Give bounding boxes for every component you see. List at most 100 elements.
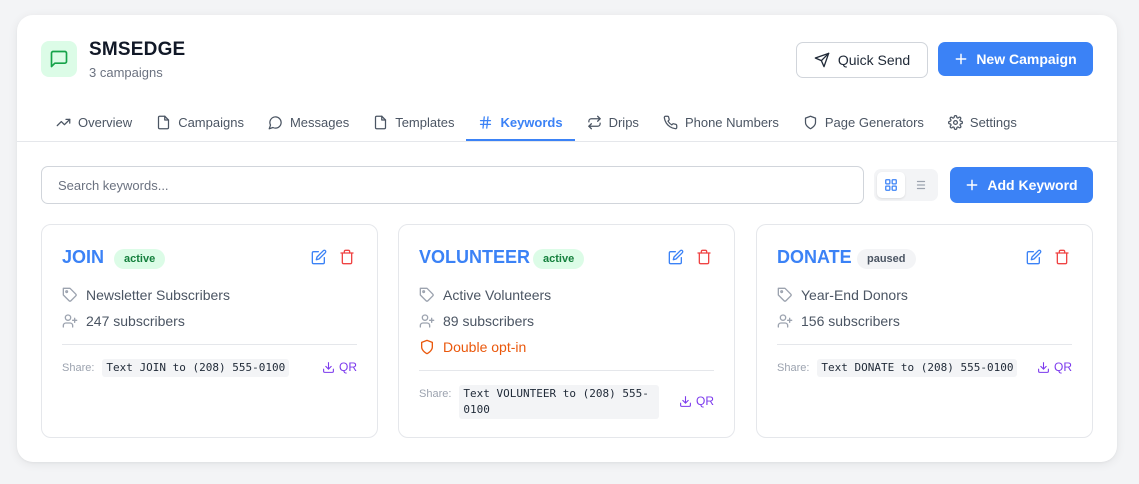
tab-label: Overview bbox=[78, 114, 133, 130]
plus-icon bbox=[954, 52, 968, 66]
tab-label: Templates bbox=[395, 114, 455, 130]
send-icon bbox=[814, 52, 830, 68]
message-square-icon bbox=[49, 49, 69, 69]
grid-view-button[interactable] bbox=[877, 172, 905, 198]
gear-icon bbox=[947, 114, 963, 130]
qr-label: QR bbox=[696, 394, 714, 408]
grid-icon bbox=[884, 178, 898, 192]
qr-download-button[interactable]: QR bbox=[679, 394, 714, 408]
share-row: Share: Text VOLUNTEER to (208) 555- 0100 bbox=[419, 385, 660, 419]
tab-messages[interactable]: Messages bbox=[256, 103, 361, 141]
tab-label: Settings bbox=[969, 114, 1017, 130]
trending-up-icon bbox=[56, 115, 71, 130]
double-opt-in-row: Double opt-in bbox=[419, 339, 526, 355]
tag-icon bbox=[419, 287, 435, 303]
share-text-line: Text VOLUNTEER to (208) 555- bbox=[463, 387, 649, 400]
qr-download-button[interactable]: QR bbox=[322, 360, 357, 374]
chat-icon bbox=[268, 115, 283, 130]
phone-icon bbox=[663, 115, 678, 130]
subscribers-row: 247 subscribers bbox=[62, 313, 185, 329]
new-campaign-button[interactable]: New Campaign bbox=[938, 42, 1093, 76]
tab-phone-numbers[interactable]: Phone Numbers bbox=[651, 103, 791, 141]
trash-icon[interactable] bbox=[339, 249, 355, 265]
edit-icon[interactable] bbox=[311, 249, 327, 265]
user-plus-icon bbox=[777, 313, 793, 329]
file-icon bbox=[373, 115, 388, 130]
tab-divider bbox=[17, 141, 1117, 142]
keyword-card-join: JOIN active Newsletter Subscribers 247 s… bbox=[41, 224, 378, 438]
app-title: SMSEDGE bbox=[89, 39, 186, 60]
hash-icon bbox=[478, 115, 493, 130]
qr-label: QR bbox=[339, 360, 357, 374]
download-icon bbox=[679, 395, 692, 408]
keyword-name: DONATE bbox=[777, 247, 852, 267]
card-actions bbox=[311, 249, 355, 265]
file-icon bbox=[156, 115, 171, 130]
list-name: Year-End Donors bbox=[801, 287, 908, 303]
share-label: Share: bbox=[62, 362, 95, 374]
card-actions bbox=[668, 249, 712, 265]
list-view-button[interactable] bbox=[907, 172, 935, 198]
trash-icon[interactable] bbox=[1054, 249, 1070, 265]
tab-page-generators[interactable]: Page Generators bbox=[791, 103, 936, 141]
share-row: Share: Text JOIN to (208) 555-0100 bbox=[62, 359, 290, 377]
campaign-count: 3 campaigns bbox=[89, 65, 163, 80]
tab-campaigns[interactable]: Campaigns bbox=[144, 103, 256, 141]
search-input[interactable] bbox=[41, 166, 864, 204]
list-row: Active Volunteers bbox=[419, 287, 551, 303]
subscriber-count: 89 subscribers bbox=[443, 313, 535, 329]
status-badge: active bbox=[533, 249, 585, 269]
view-toggle bbox=[874, 169, 938, 201]
quick-send-button[interactable]: Quick Send bbox=[796, 42, 928, 78]
card-actions bbox=[1026, 249, 1070, 265]
tab-templates[interactable]: Templates bbox=[361, 103, 466, 141]
user-plus-icon bbox=[62, 313, 78, 329]
tab-settings[interactable]: Settings bbox=[936, 103, 1029, 141]
keyword-name: VOLUNTEER bbox=[419, 247, 531, 267]
edit-icon[interactable] bbox=[1026, 249, 1042, 265]
tab-bar: Overview Campaigns Messages Templates Ke… bbox=[44, 103, 1029, 141]
subscriber-count: 247 subscribers bbox=[86, 313, 185, 329]
card-divider bbox=[62, 344, 357, 345]
app-logo bbox=[41, 41, 77, 77]
share-text-line: 0100 bbox=[463, 403, 490, 416]
share-text: Text JOIN to (208) 555-0100 bbox=[102, 359, 290, 377]
subscribers-row: 156 subscribers bbox=[777, 313, 900, 329]
shield-icon bbox=[803, 115, 818, 130]
tag-icon bbox=[777, 287, 793, 303]
plus-icon bbox=[965, 178, 979, 192]
main-panel: SMSEDGE 3 campaigns Quick Send New Campa… bbox=[17, 15, 1117, 462]
list-row: Year-End Donors bbox=[777, 287, 908, 303]
header: SMSEDGE 3 campaigns Quick Send New Campa… bbox=[41, 39, 1093, 83]
share-text: Text DONATE to (208) 555-0100 bbox=[817, 359, 1018, 377]
card-divider bbox=[777, 344, 1072, 345]
trash-icon[interactable] bbox=[696, 249, 712, 265]
list-icon bbox=[914, 178, 928, 192]
edit-icon[interactable] bbox=[668, 249, 684, 265]
download-icon bbox=[1037, 361, 1050, 374]
keyword-card-donate: DONATE paused Year-End Donors 156 subscr… bbox=[756, 224, 1093, 438]
list-row: Newsletter Subscribers bbox=[62, 287, 230, 303]
qr-label: QR bbox=[1054, 360, 1072, 374]
keyword-card-volunteer: VOLUNTEER active Active Volunteers 89 su… bbox=[398, 224, 735, 438]
card-divider bbox=[419, 370, 714, 371]
user-plus-icon bbox=[419, 313, 435, 329]
qr-download-button[interactable]: QR bbox=[1037, 360, 1072, 374]
share-label: Share: bbox=[419, 388, 452, 400]
shield-icon bbox=[419, 339, 435, 355]
list-name: Newsletter Subscribers bbox=[86, 287, 230, 303]
share-row: Share: Text DONATE to (208) 555-0100 bbox=[777, 359, 1018, 377]
tab-keywords[interactable]: Keywords bbox=[466, 103, 575, 141]
add-keyword-button[interactable]: Add Keyword bbox=[950, 167, 1093, 203]
tab-label: Messages bbox=[289, 114, 350, 130]
list-name: Active Volunteers bbox=[443, 287, 552, 303]
status-badge: active bbox=[114, 249, 166, 269]
subscriber-count: 156 subscribers bbox=[801, 313, 900, 329]
tab-overview[interactable]: Overview bbox=[44, 103, 144, 141]
tab-label: Page Generators bbox=[824, 114, 924, 130]
repeat-icon bbox=[587, 115, 602, 130]
share-label: Share: bbox=[777, 362, 810, 374]
quick-send-label: Quick Send bbox=[837, 52, 911, 68]
subscribers-row: 89 subscribers bbox=[419, 313, 534, 329]
tab-drips[interactable]: Drips bbox=[575, 103, 651, 141]
